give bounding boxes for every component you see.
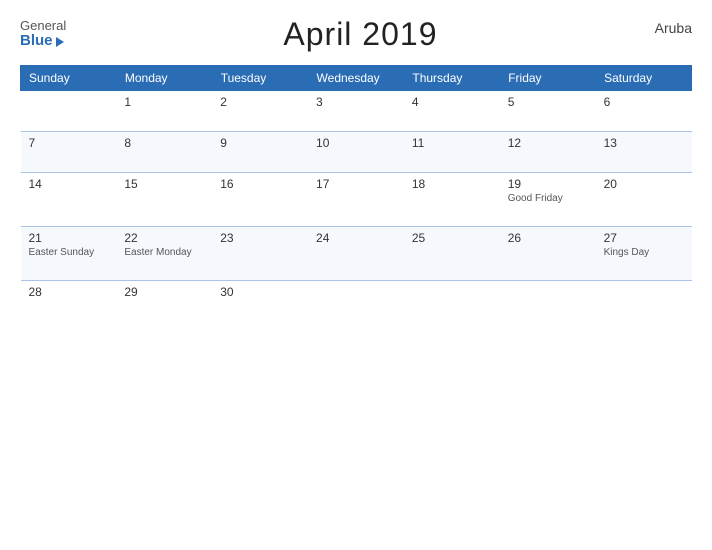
calendar-cell: 15 <box>116 173 212 227</box>
day-event: Easter Monday <box>124 247 204 258</box>
day-number: 20 <box>604 177 684 191</box>
weekday-header-row: SundayMondayTuesdayWednesdayThursdayFrid… <box>21 66 692 91</box>
logo-blue-text: Blue <box>20 33 64 50</box>
calendar-cell: 21 Easter Sunday <box>21 227 117 281</box>
calendar-cell <box>308 281 404 322</box>
day-event: Good Friday <box>508 193 588 204</box>
day-number: 26 <box>508 231 588 245</box>
calendar-cell: 27 Kings Day <box>596 227 692 281</box>
calendar-cell: 11 <box>404 132 500 173</box>
day-number: 6 <box>604 95 684 109</box>
day-number: 16 <box>220 177 300 191</box>
day-number: 12 <box>508 136 588 150</box>
day-number: 21 <box>29 231 109 245</box>
calendar-cell: 17 <box>308 173 404 227</box>
calendar-cell: 12 <box>500 132 596 173</box>
calendar-cell <box>21 91 117 132</box>
logo-general-text: General <box>20 19 66 33</box>
page-header: General Blue April 2019 Aruba <box>20 16 692 53</box>
day-number: 11 <box>412 136 492 150</box>
calendar-cell: 23 <box>212 227 308 281</box>
calendar-cell: 28 <box>21 281 117 322</box>
calendar-cell: 22 Easter Monday <box>116 227 212 281</box>
weekday-header-saturday: Saturday <box>596 66 692 91</box>
calendar-cell: 18 <box>404 173 500 227</box>
calendar-cell: 19 Good Friday <box>500 173 596 227</box>
day-number: 25 <box>412 231 492 245</box>
day-number: 1 <box>124 95 204 109</box>
day-number: 29 <box>124 285 204 299</box>
day-event: Kings Day <box>604 247 684 258</box>
weekday-header-thursday: Thursday <box>404 66 500 91</box>
day-number: 24 <box>316 231 396 245</box>
logo: General Blue <box>20 19 66 50</box>
day-number: 13 <box>604 136 684 150</box>
day-number: 30 <box>220 285 300 299</box>
day-number: 23 <box>220 231 300 245</box>
calendar-week-row: 1 2 3 4 5 6 <box>21 91 692 132</box>
day-number: 17 <box>316 177 396 191</box>
day-number: 14 <box>29 177 109 191</box>
weekday-header-tuesday: Tuesday <box>212 66 308 91</box>
calendar-week-row: 14 15 16 17 18 19 Good Friday 20 <box>21 173 692 227</box>
calendar-cell <box>596 281 692 322</box>
calendar-cell: 3 <box>308 91 404 132</box>
calendar-cell: 8 <box>116 132 212 173</box>
calendar-cell: 7 <box>21 132 117 173</box>
day-number: 28 <box>29 285 109 299</box>
calendar-cell: 1 <box>116 91 212 132</box>
day-number: 4 <box>412 95 492 109</box>
calendar-cell: 4 <box>404 91 500 132</box>
day-number: 10 <box>316 136 396 150</box>
calendar-cell: 14 <box>21 173 117 227</box>
weekday-header-friday: Friday <box>500 66 596 91</box>
calendar-cell: 29 <box>116 281 212 322</box>
calendar-week-row: 7 8 9 10 11 12 13 <box>21 132 692 173</box>
calendar-cell: 13 <box>596 132 692 173</box>
day-number: 2 <box>220 95 300 109</box>
calendar-cell: 24 <box>308 227 404 281</box>
calendar-cell: 26 <box>500 227 596 281</box>
calendar-cell: 6 <box>596 91 692 132</box>
calendar-cell: 20 <box>596 173 692 227</box>
calendar-title: April 2019 <box>283 16 437 53</box>
day-number: 3 <box>316 95 396 109</box>
calendar-cell <box>500 281 596 322</box>
calendar-cell <box>404 281 500 322</box>
day-number: 9 <box>220 136 300 150</box>
calendar-cell: 2 <box>212 91 308 132</box>
day-number: 15 <box>124 177 204 191</box>
day-event: Easter Sunday <box>29 247 109 258</box>
weekday-header-monday: Monday <box>116 66 212 91</box>
weekday-header-sunday: Sunday <box>21 66 117 91</box>
calendar-table: SundayMondayTuesdayWednesdayThursdayFrid… <box>20 65 692 321</box>
day-number: 5 <box>508 95 588 109</box>
calendar-week-row: 28 29 30 <box>21 281 692 322</box>
calendar-week-row: 21 Easter Sunday 22 Easter Monday 23 24 25 26 27… <box>21 227 692 281</box>
day-number: 18 <box>412 177 492 191</box>
day-number: 22 <box>124 231 204 245</box>
calendar-cell: 9 <box>212 132 308 173</box>
day-number: 19 <box>508 177 588 191</box>
logo-triangle-icon <box>56 37 64 47</box>
weekday-header-wednesday: Wednesday <box>308 66 404 91</box>
country-label: Aruba <box>655 20 692 36</box>
calendar-cell: 10 <box>308 132 404 173</box>
calendar-cell: 5 <box>500 91 596 132</box>
calendar-cell: 16 <box>212 173 308 227</box>
day-number: 27 <box>604 231 684 245</box>
calendar-cell: 30 <box>212 281 308 322</box>
day-number: 7 <box>29 136 109 150</box>
day-number: 8 <box>124 136 204 150</box>
calendar-cell: 25 <box>404 227 500 281</box>
